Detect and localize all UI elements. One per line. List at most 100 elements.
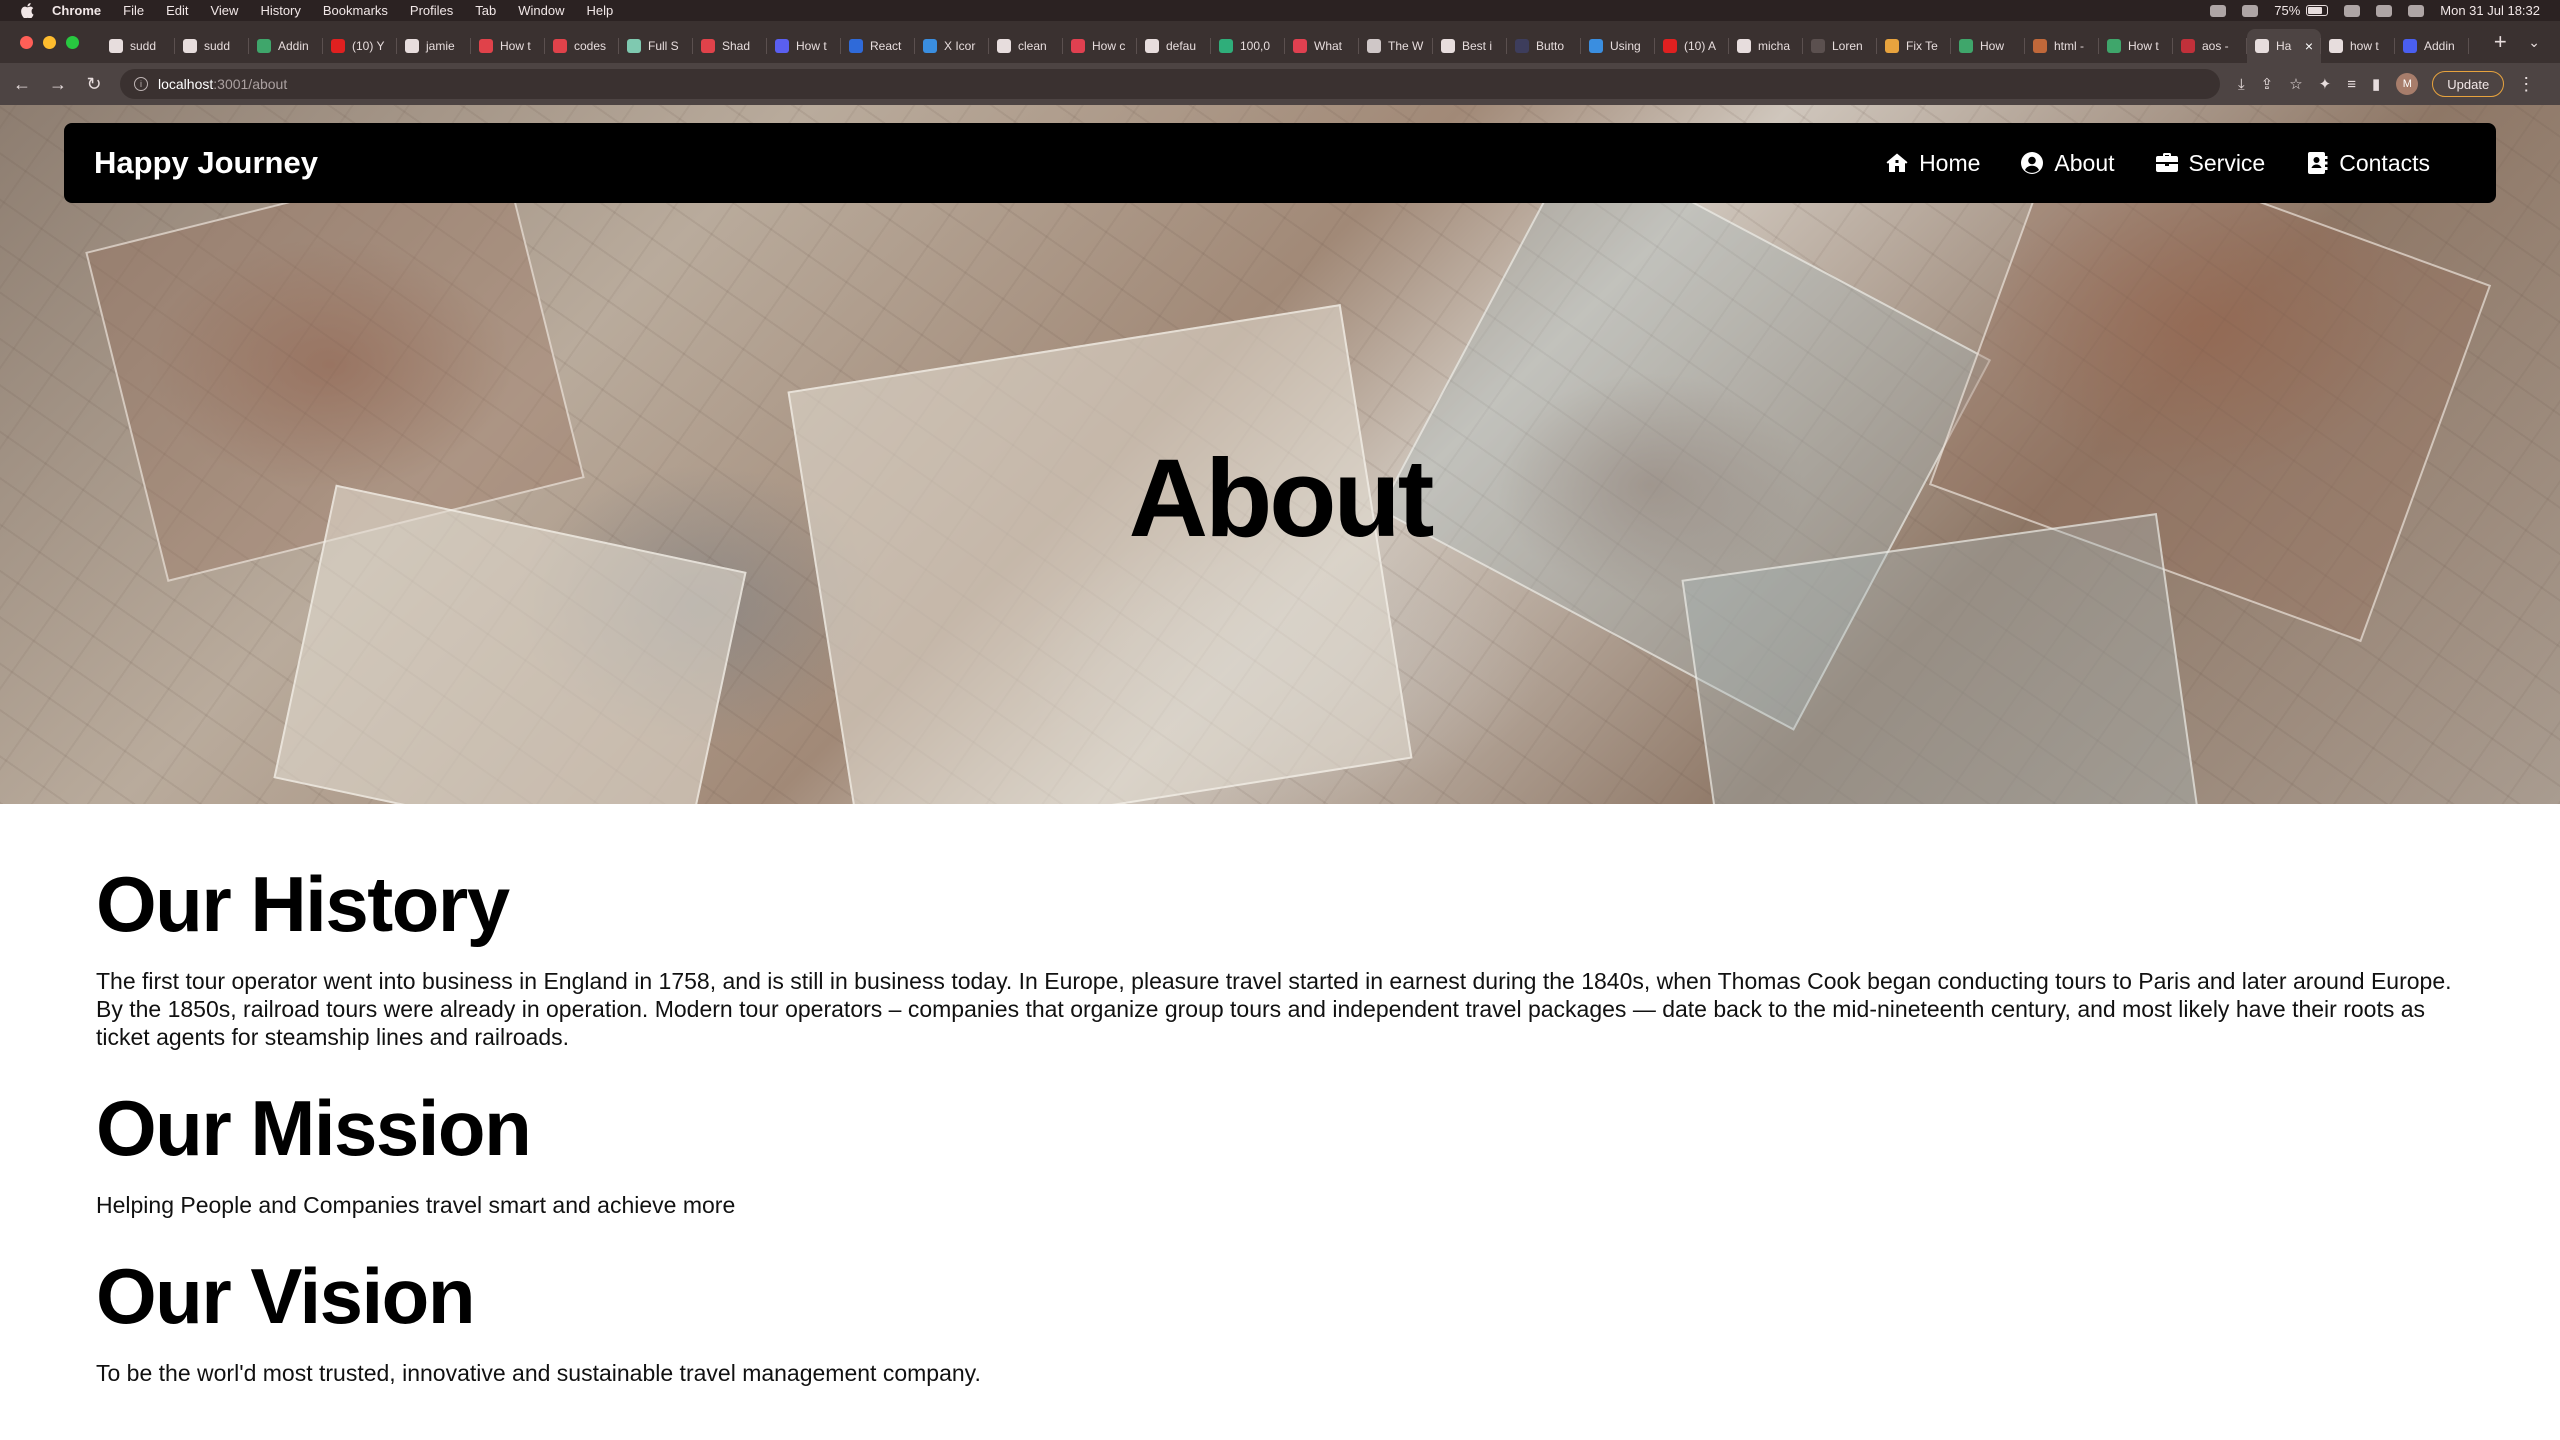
cloud-icon[interactable] [2210,4,2227,17]
web-page: Happy Journey Home About Service Contact… [0,105,2560,1440]
tab-favicon-icon [2181,39,2195,53]
menu-app-name[interactable]: Chrome [52,3,101,18]
menu-bookmarks[interactable]: Bookmarks [323,3,388,18]
tab-favicon-icon [2033,39,2047,53]
menu-profiles[interactable]: Profiles [410,3,453,18]
menu-history[interactable]: History [260,3,300,18]
menu-file[interactable]: File [123,3,144,18]
browser-tab[interactable]: Ha × [2247,29,2321,63]
reading-list-icon[interactable]: ≡ [2347,76,2356,93]
tab-favicon-icon [1145,39,1159,53]
url-path: :3001/about [213,76,288,92]
browser-tab[interactable]: aos - [2173,29,2247,63]
browser-tab[interactable]: Butto [1507,29,1581,63]
reload-button[interactable]: ↻ [80,70,108,98]
browser-tab[interactable]: Fix Te [1877,29,1951,63]
browser-tab[interactable]: html - [2025,29,2099,63]
tab-favicon-icon [331,39,345,53]
screen-record-icon[interactable] [2242,4,2259,17]
install-app-icon[interactable]: ⤓ [2238,76,2245,93]
browser-tab[interactable]: (10) Y [323,29,397,63]
close-tab-icon[interactable]: × [2305,38,2313,54]
browser-tab[interactable]: How t [2099,29,2173,63]
forward-button[interactable]: → [44,70,72,98]
tab-list: sudd sudd Addin (10) Y jamie How t codes Full S… [101,21,2480,63]
battery-status[interactable]: 75% [2274,3,2329,18]
side-panel-icon[interactable]: ▮ [2372,75,2380,93]
tab-favicon-icon [627,39,641,53]
tab-label: How [1980,39,2005,53]
browser-tab[interactable]: Full S [619,29,693,63]
more-menu-icon[interactable]: ⋮ [2512,70,2540,98]
browser-tab[interactable]: Using [1581,29,1655,63]
bookmark-star-icon[interactable]: ☆ [2289,75,2302,93]
nav-link-about[interactable]: About [2020,150,2115,177]
browser-tab[interactable]: Best i [1433,29,1507,63]
back-button[interactable]: ← [8,70,36,98]
window-controls [20,35,79,49]
nav-link-home[interactable]: Home [1885,150,1980,177]
browser-tab[interactable]: How t [767,29,841,63]
browser-tab[interactable]: clean [989,29,1063,63]
history-text: The first tour operator went into busine… [96,968,2452,1050]
tab-search-chevron-icon[interactable]: ⌄ [2528,34,2540,51]
spotlight-search-icon[interactable] [2376,4,2393,17]
browser-tab[interactable]: (10) A [1655,29,1729,63]
wifi-icon[interactable] [2344,4,2361,17]
menu-tab[interactable]: Tab [475,3,496,18]
nav-link-label: Contacts [2339,149,2430,176]
tab-label: (10) A [1684,39,1717,53]
tab-label: defau [1166,39,1197,53]
menu-window[interactable]: Window [518,3,564,18]
site-brand[interactable]: Happy Journey [94,145,318,181]
minimize-window-button[interactable] [43,35,56,49]
browser-tab[interactable]: Addin [2395,29,2469,63]
fullscreen-window-button[interactable] [66,35,79,49]
menu-view[interactable]: View [210,3,238,18]
share-icon[interactable]: ⇪ [2261,75,2274,93]
browser-tab[interactable]: defau [1137,29,1211,63]
tab-label: The W [1388,39,1424,53]
address-bar[interactable]: i localhost :3001/about [120,69,2220,99]
browser-tab[interactable]: how t [2321,29,2395,63]
browser-tab[interactable]: codes [545,29,619,63]
browser-tab[interactable]: jamie [397,29,471,63]
browser-tab[interactable]: Addin [249,29,323,63]
tab-favicon-icon [997,39,1011,53]
browser-tab[interactable]: Shad [693,29,767,63]
profile-avatar[interactable]: M [2396,73,2419,95]
apple-icon[interactable] [20,3,34,18]
browser-tab[interactable]: X Icor [915,29,989,63]
tab-label: React [870,39,902,53]
tab-label: How t [796,39,827,53]
tab-favicon-icon [923,39,937,53]
browser-tab[interactable]: The W [1359,29,1433,63]
update-chrome-button[interactable]: Update [2432,71,2505,97]
browser-tab[interactable]: micha [1729,29,1803,63]
control-center-icon[interactable] [2408,4,2425,17]
new-tab-button[interactable]: + [2480,29,2520,55]
tab-favicon-icon [1663,39,1677,53]
browser-tab[interactable]: Loren [1803,29,1877,63]
browser-tab[interactable]: React [841,29,915,63]
menu-help[interactable]: Help [587,3,614,18]
tab-favicon-icon [109,39,123,53]
browser-tab[interactable]: How c [1063,29,1137,63]
browser-tab[interactable]: sudd [175,29,249,63]
history-section: Our History The first tour operator went… [96,865,2476,1051]
close-window-button[interactable] [20,35,33,49]
extensions-puzzle-icon[interactable]: ✦ [2319,75,2332,93]
site-info-icon[interactable]: i [134,77,148,91]
browser-tab[interactable]: 100,0 [1211,29,1285,63]
nav-link-contacts[interactable]: Contacts [2305,150,2430,177]
nav-link-service[interactable]: Service [2155,150,2265,177]
browser-tab[interactable]: sudd [101,29,175,63]
browser-tab[interactable]: What [1285,29,1359,63]
browser-tab[interactable]: How t [471,29,545,63]
menu-clock[interactable]: Mon 31 Jul 18:32 [2440,3,2540,18]
browser-tab-strip: sudd sudd Addin (10) Y jamie How t codes Full S… [0,21,2560,63]
menu-edit[interactable]: Edit [166,3,188,18]
macos-menu-bar: Chrome File Edit View History Bookmarks … [0,0,2560,21]
tab-label: X Icor [944,39,976,53]
browser-tab[interactable]: How [1951,29,2025,63]
